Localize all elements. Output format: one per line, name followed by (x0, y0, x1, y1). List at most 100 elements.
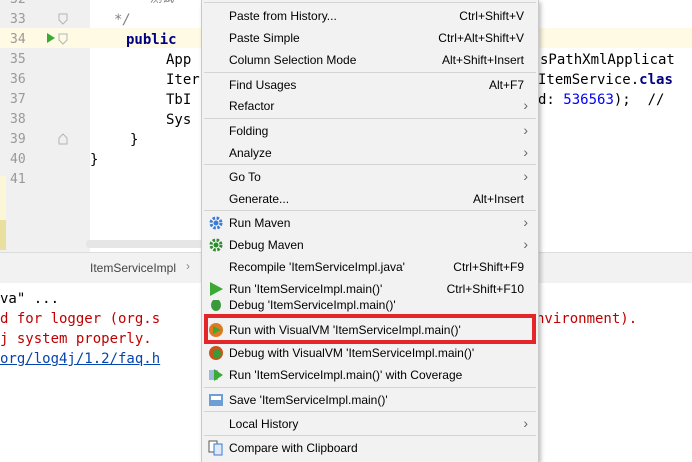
menu-separator (204, 210, 536, 211)
code-keyword: public (126, 32, 177, 48)
menu-item-label: Debug Maven (229, 238, 304, 252)
compare-icon (208, 440, 223, 456)
submenu-arrow-icon: › (523, 415, 528, 431)
menu-separator (204, 411, 536, 412)
menu-item-go-to[interactable]: Go To › (202, 166, 538, 188)
console-line: j system properly. (0, 331, 152, 347)
code-line-right: ItemService.clas (538, 70, 673, 90)
run-icon (210, 282, 223, 296)
console-line: d for logger (org.s (0, 311, 161, 327)
menu-item-label: Paste from History... (229, 9, 337, 23)
menu-item-shortcut: Ctrl+Alt+Shift+V (438, 31, 524, 45)
code-text: d: (538, 92, 564, 108)
console-link[interactable]: org/log4j/1.2/faq.h (0, 349, 160, 369)
code-text: ); // (613, 92, 665, 108)
line-number: 38 (10, 112, 26, 127)
menu-item-debug-maven[interactable]: Debug Maven › (202, 234, 538, 256)
submenu-arrow-icon: › (523, 144, 528, 160)
line-number: 33 (10, 12, 26, 27)
console-line: va" ... (0, 291, 60, 307)
menu-separator (204, 72, 536, 73)
menu-item-shortcut: Alt+Insert (472, 192, 524, 206)
menu-item-label: Find Usages (229, 78, 297, 92)
side-marker (0, 220, 6, 250)
line-number: 41 (10, 172, 26, 187)
fold-marker-icon[interactable] (58, 33, 68, 45)
line-number: 39 (10, 132, 26, 147)
menu-item-label: Go To (229, 170, 261, 184)
menu-item-shortcut: Alt+F7 (488, 78, 524, 92)
menu-item-generate[interactable]: Generate... Alt+Insert (202, 188, 538, 210)
code-text: clas (639, 72, 673, 88)
menu-item-label: Run Maven (229, 216, 291, 230)
menu-item-label: Run 'ItemServiceImpl.main()' (229, 282, 383, 296)
code-number: 536563 (563, 92, 614, 108)
menu-item-column-selection-mode[interactable]: Column Selection Mode Alt+Shift+Insert (202, 49, 538, 71)
menu-separator (204, 164, 536, 165)
code-brace: } (130, 132, 139, 148)
line-number: 37 (10, 92, 26, 107)
menu-item-paste-simple[interactable]: Paste Simple Ctrl+Alt+Shift+V (202, 27, 538, 49)
fold-marker-icon[interactable] (58, 13, 68, 25)
code-line: Iter (166, 72, 200, 88)
menu-item-run-maven[interactable]: Run Maven › (202, 212, 538, 234)
menu-item-label: Debug 'ItemServiceImpl.main()' (229, 300, 396, 312)
menu-item-refactor[interactable]: Refactor › (202, 95, 538, 117)
highlight-annotation-box (204, 314, 536, 344)
menu-item-find-usages[interactable]: Find Usages Alt+F7 (202, 74, 538, 96)
menu-item-recompile[interactable]: Recompile 'ItemServiceImpl.java' Ctrl+Sh… (202, 256, 538, 278)
menu-item-shortcut: Ctrl+Shift+F9 (453, 260, 524, 274)
menu-item-shortcut: Ctrl+Shift+F10 (446, 282, 524, 296)
context-menu: Paste from History... Ctrl+Shift+V Paste… (201, 0, 539, 462)
menu-item-shortcut: Alt+Shift+Insert (441, 53, 524, 67)
code-line: TbI (166, 92, 192, 108)
menu-separator (204, 2, 536, 3)
menu-separator (204, 387, 536, 388)
menu-item-label: Local History (229, 417, 299, 431)
console-line: nvironment). (536, 311, 638, 327)
menu-item-shortcut: Ctrl+Shift+V (459, 9, 524, 23)
menu-item-label: Folding (229, 124, 269, 138)
menu-separator (204, 435, 536, 436)
fold-marker-icon[interactable] (58, 133, 68, 145)
code-brace: } (90, 152, 99, 168)
menu-item-label: Run 'ItemServiceImpl.main()' with Covera… (229, 368, 463, 382)
visualvm-debug-icon (209, 346, 223, 360)
menu-item-run-main[interactable]: Run 'ItemServiceImpl.main()' Ctrl+Shift+… (202, 278, 538, 300)
menu-item-paste-from-history[interactable]: Paste from History... Ctrl+Shift+V (202, 5, 538, 27)
code-comment: 测试 (150, 0, 174, 8)
line-number: 34 (10, 32, 26, 47)
menu-item-save-configuration[interactable]: Save 'ItemServiceImpl.main()' (202, 389, 538, 411)
menu-item-analyze[interactable]: Analyze › (202, 142, 538, 164)
code-line: App (166, 52, 192, 68)
code-line: Sys (166, 112, 192, 128)
debug-icon (211, 300, 221, 311)
menu-item-label: Refactor (229, 99, 275, 113)
submenu-arrow-icon: › (523, 214, 528, 230)
menu-item-folding[interactable]: Folding › (202, 120, 538, 142)
line-number: 32 (10, 0, 40, 10)
code-line-right: d: 536563); // (538, 90, 664, 110)
menu-item-local-history[interactable]: Local History › (202, 413, 538, 435)
menu-item-debug-with-visualvm[interactable]: Debug with VisualVM 'ItemServiceImpl.mai… (202, 342, 538, 364)
gear-icon (209, 238, 223, 252)
breadcrumb-item[interactable]: ItemServiceImpl (90, 261, 176, 275)
line-number: 36 (10, 72, 26, 87)
menu-item-run-with-coverage[interactable]: Run 'ItemServiceImpl.main()' with Covera… (202, 364, 538, 386)
menu-item-compare-with-clipboard[interactable]: Compare with Clipboard (202, 437, 538, 459)
menu-item-label: Generate... (229, 192, 290, 206)
line-number: 35 (10, 52, 26, 67)
line-number: 40 (10, 152, 26, 167)
code-line-right: sPathXmlApplicat (540, 52, 675, 68)
submenu-arrow-icon: › (523, 168, 528, 184)
submenu-arrow-icon: › (523, 97, 528, 113)
code-comment: */ (114, 12, 131, 28)
run-gutter-icon[interactable] (46, 33, 56, 43)
menu-item-label: Analyze (229, 146, 272, 160)
menu-item-label: Save 'ItemServiceImpl.main()' (229, 393, 388, 407)
coverage-icon (209, 369, 223, 381)
submenu-arrow-icon: › (523, 122, 528, 138)
save-icon (209, 394, 223, 406)
menu-item-label: Compare with Clipboard (229, 441, 358, 455)
gear-icon (209, 216, 223, 230)
